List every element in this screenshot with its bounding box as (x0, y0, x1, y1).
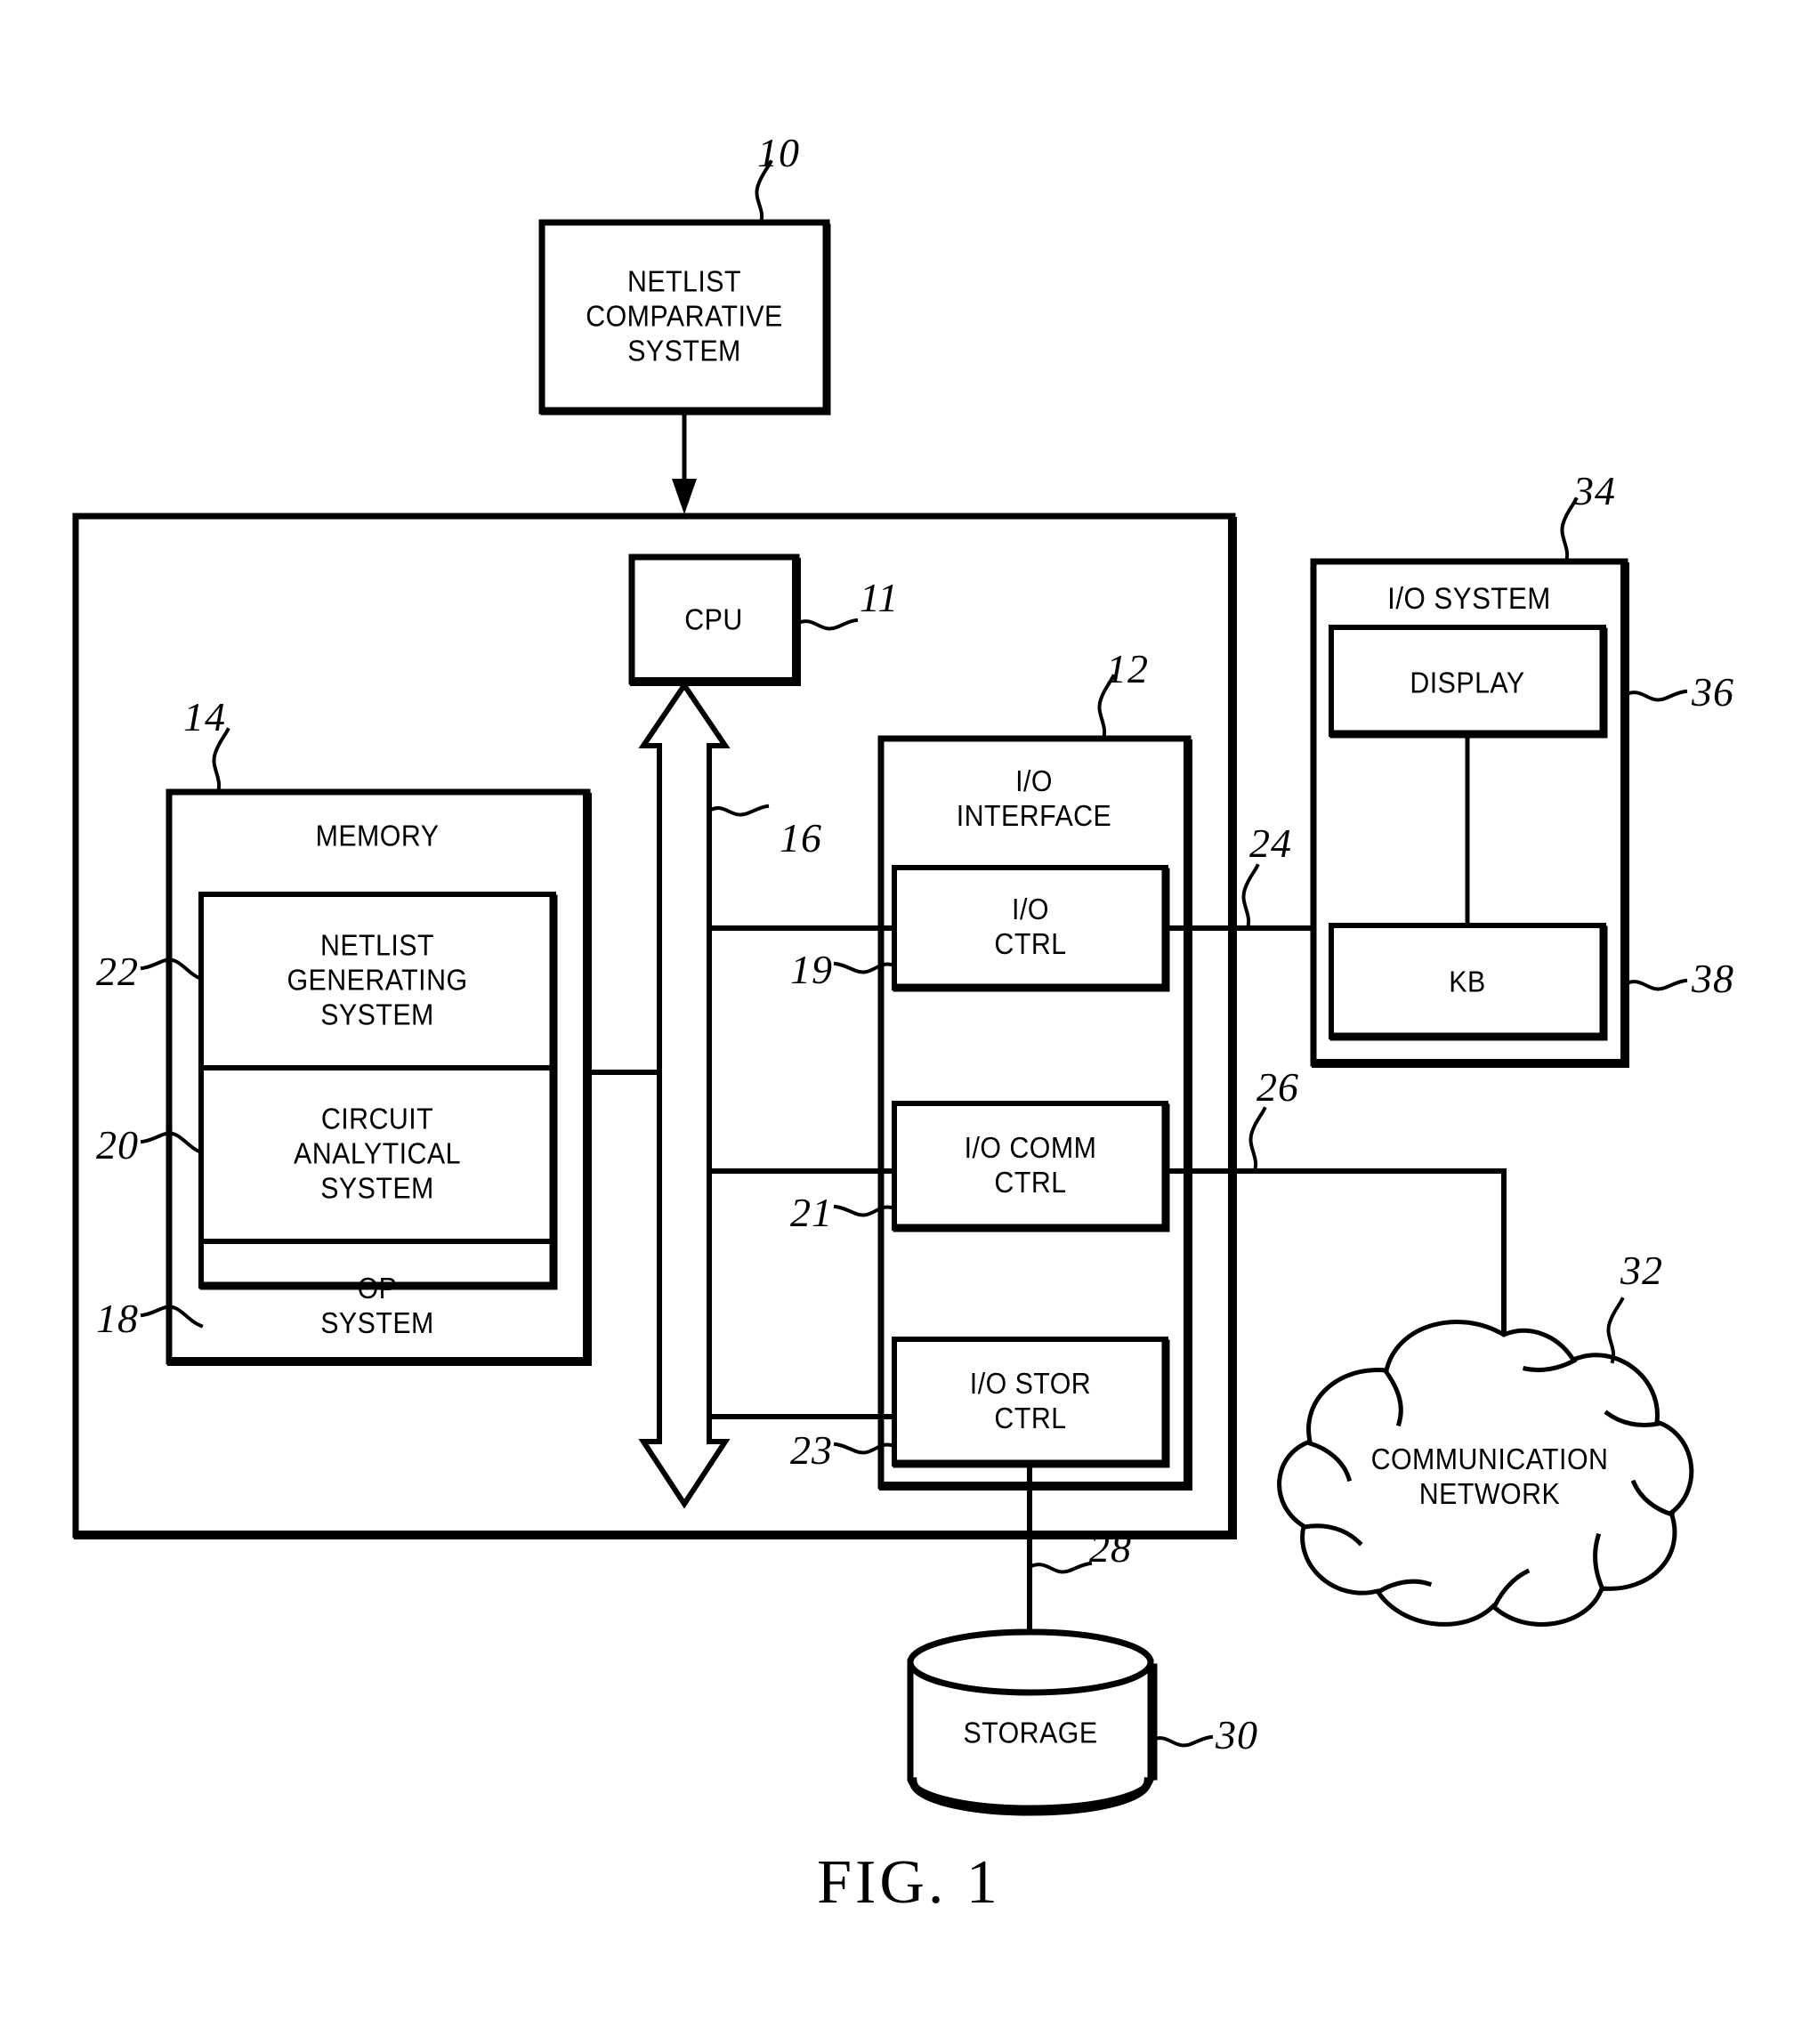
memory-box (166, 788, 591, 1365)
io-ctrl-box (892, 865, 1168, 990)
link-26 (1163, 1168, 1507, 1337)
kb-box (1329, 923, 1606, 1039)
cpu-box (628, 553, 800, 685)
leader-26 (1248, 1106, 1267, 1174)
memory-inner-stack (198, 892, 556, 1289)
leader-28 (1029, 1561, 1093, 1574)
patent-figure: NETLIST COMPARATIVE SYSTEM 10 CPU 11 16 … (0, 0, 1818, 2044)
io-stor-ctrl-box (892, 1337, 1168, 1466)
leader-34 (1560, 497, 1579, 564)
computer-box (72, 513, 1236, 1539)
leader-16 (708, 804, 770, 817)
leader-10 (755, 159, 773, 225)
figure-linework (72, 159, 1694, 1816)
leader-24 (1241, 863, 1260, 931)
leader-38 (1624, 978, 1688, 991)
leader-14 (212, 727, 230, 795)
leader-11 (796, 618, 859, 631)
io-interface-box (877, 735, 1192, 1490)
leader-32 (1606, 1297, 1625, 1364)
leader-23 (833, 1442, 897, 1455)
netlist-comparative-system-box (538, 219, 830, 415)
leader-30 (1150, 1734, 1214, 1748)
display-box (1329, 625, 1606, 737)
communication-network-cloud (1277, 1320, 1694, 1627)
leader-12 (1097, 674, 1116, 741)
storage-cylinder (907, 1628, 1154, 1812)
leader-19 (833, 961, 897, 974)
io-comm-ctrl-box (892, 1101, 1168, 1231)
leader-36 (1624, 689, 1688, 702)
leader-21 (833, 1204, 897, 1217)
arrow-comparative-to-computer (672, 408, 697, 514)
